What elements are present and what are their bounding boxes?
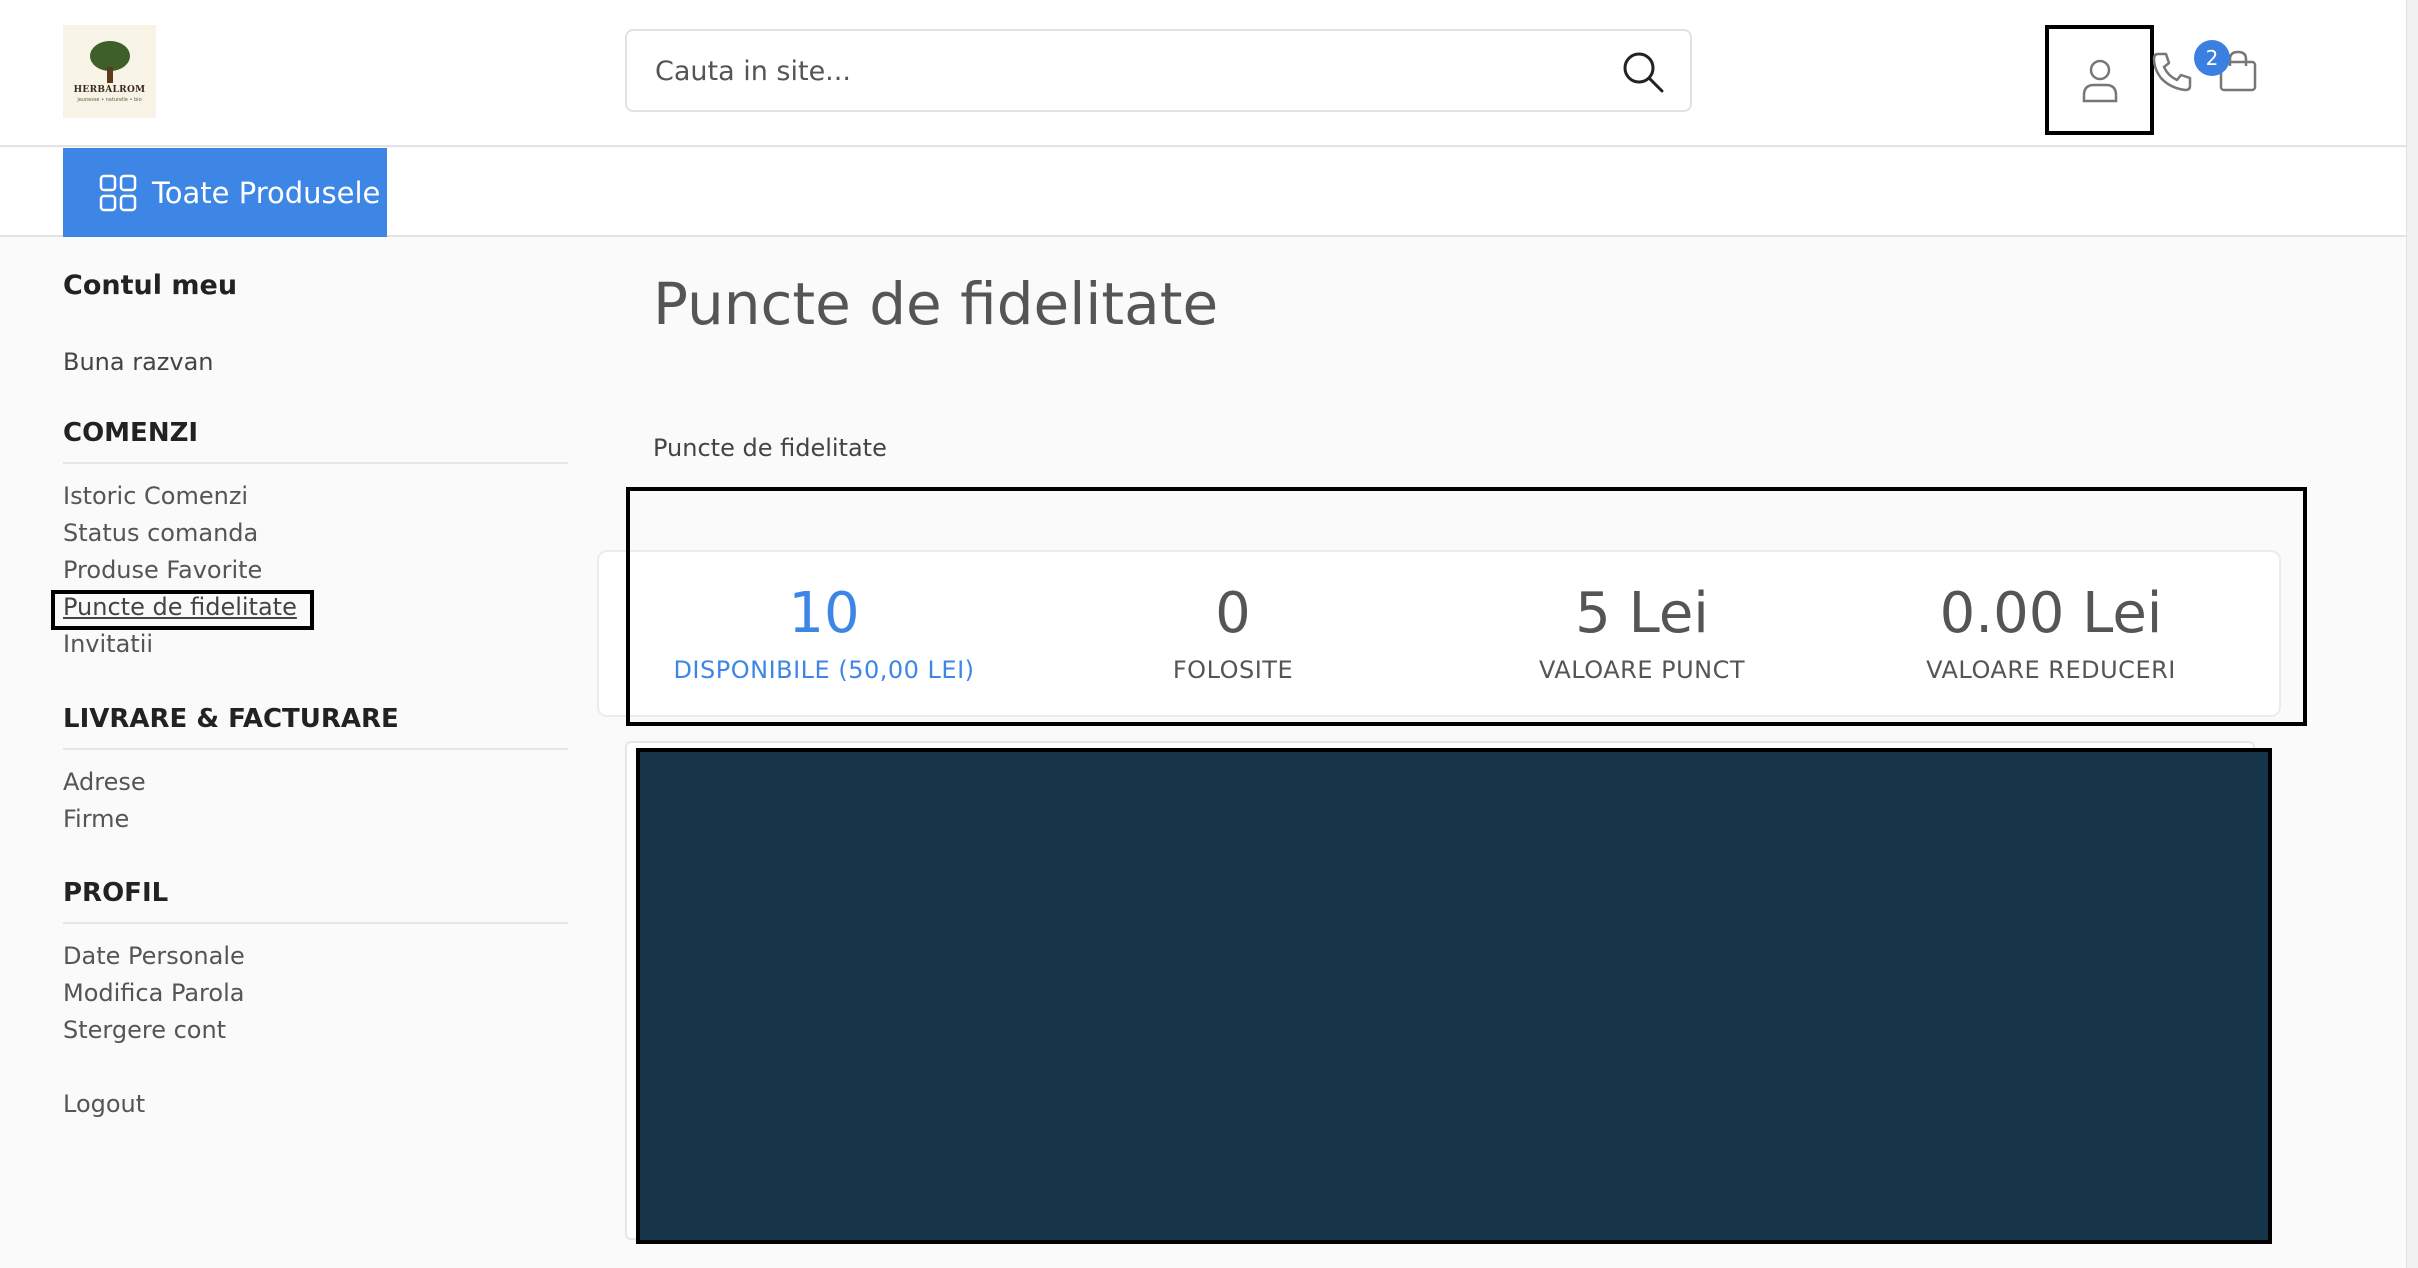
- search-bar: [625, 29, 1692, 112]
- site-header: HERBALROM jeunesse • naturelle • bio 2: [0, 0, 2418, 147]
- section-title-livrare-facturare: LIVRARE & FACTURARE: [63, 704, 568, 750]
- sidebar-link-date-personale[interactable]: Date Personale: [63, 942, 245, 970]
- active-link-highlight: [51, 590, 314, 630]
- sidebar-link-firme[interactable]: Firme: [63, 805, 129, 833]
- page-scrollbar[interactable]: [2406, 0, 2418, 1268]
- logo-name: HERBALROM: [73, 84, 146, 95]
- sidebar-link-produse-favorite[interactable]: Produse Favorite: [63, 556, 262, 584]
- section-subtitle: Puncte de fidelitate: [653, 434, 887, 462]
- site-logo[interactable]: HERBALROM jeunesse • naturelle • bio: [63, 25, 156, 118]
- section-title-comenzi: COMENZI: [63, 418, 568, 464]
- logout-link[interactable]: Logout: [63, 1090, 145, 1118]
- grid-icon: [99, 174, 137, 211]
- sidebar-link-stergere-cont[interactable]: Stergere cont: [63, 1016, 226, 1044]
- phone-icon[interactable]: [2150, 50, 2194, 94]
- user-icon: [2082, 59, 2117, 103]
- all-products-label: Toate Produsele: [152, 175, 381, 210]
- search-icon[interactable]: [1620, 49, 1666, 95]
- all-products-button[interactable]: Toate Produsele: [63, 148, 387, 237]
- logo-tree-icon: [87, 40, 133, 83]
- sidebar-link-modifica-parola[interactable]: Modifica Parola: [63, 979, 244, 1007]
- sidebar-link-istoric-comenzi[interactable]: Istoric Comenzi: [63, 482, 248, 510]
- category-navbar: Toate Produsele: [0, 148, 2406, 237]
- sidebar-title: Contul meu: [63, 270, 238, 301]
- redacted-content-block: [636, 748, 2272, 1244]
- account-button[interactable]: [2045, 25, 2154, 135]
- sidebar-link-status-comanda[interactable]: Status comanda: [63, 519, 258, 547]
- logo-tagline: jeunesse • naturelle • bio: [77, 96, 142, 103]
- sidebar-link-adrese[interactable]: Adrese: [63, 768, 146, 796]
- page-title: Puncte de fidelitate: [653, 270, 1219, 338]
- sidebar-link-invitatii[interactable]: Invitatii: [63, 630, 153, 658]
- sidebar-greeting: Buna razvan: [63, 348, 214, 376]
- stats-highlight-box: [626, 487, 2307, 726]
- section-title-profil: PROFIL: [63, 878, 568, 924]
- cart-count-badge: 2: [2194, 40, 2230, 76]
- search-input[interactable]: [655, 49, 1575, 93]
